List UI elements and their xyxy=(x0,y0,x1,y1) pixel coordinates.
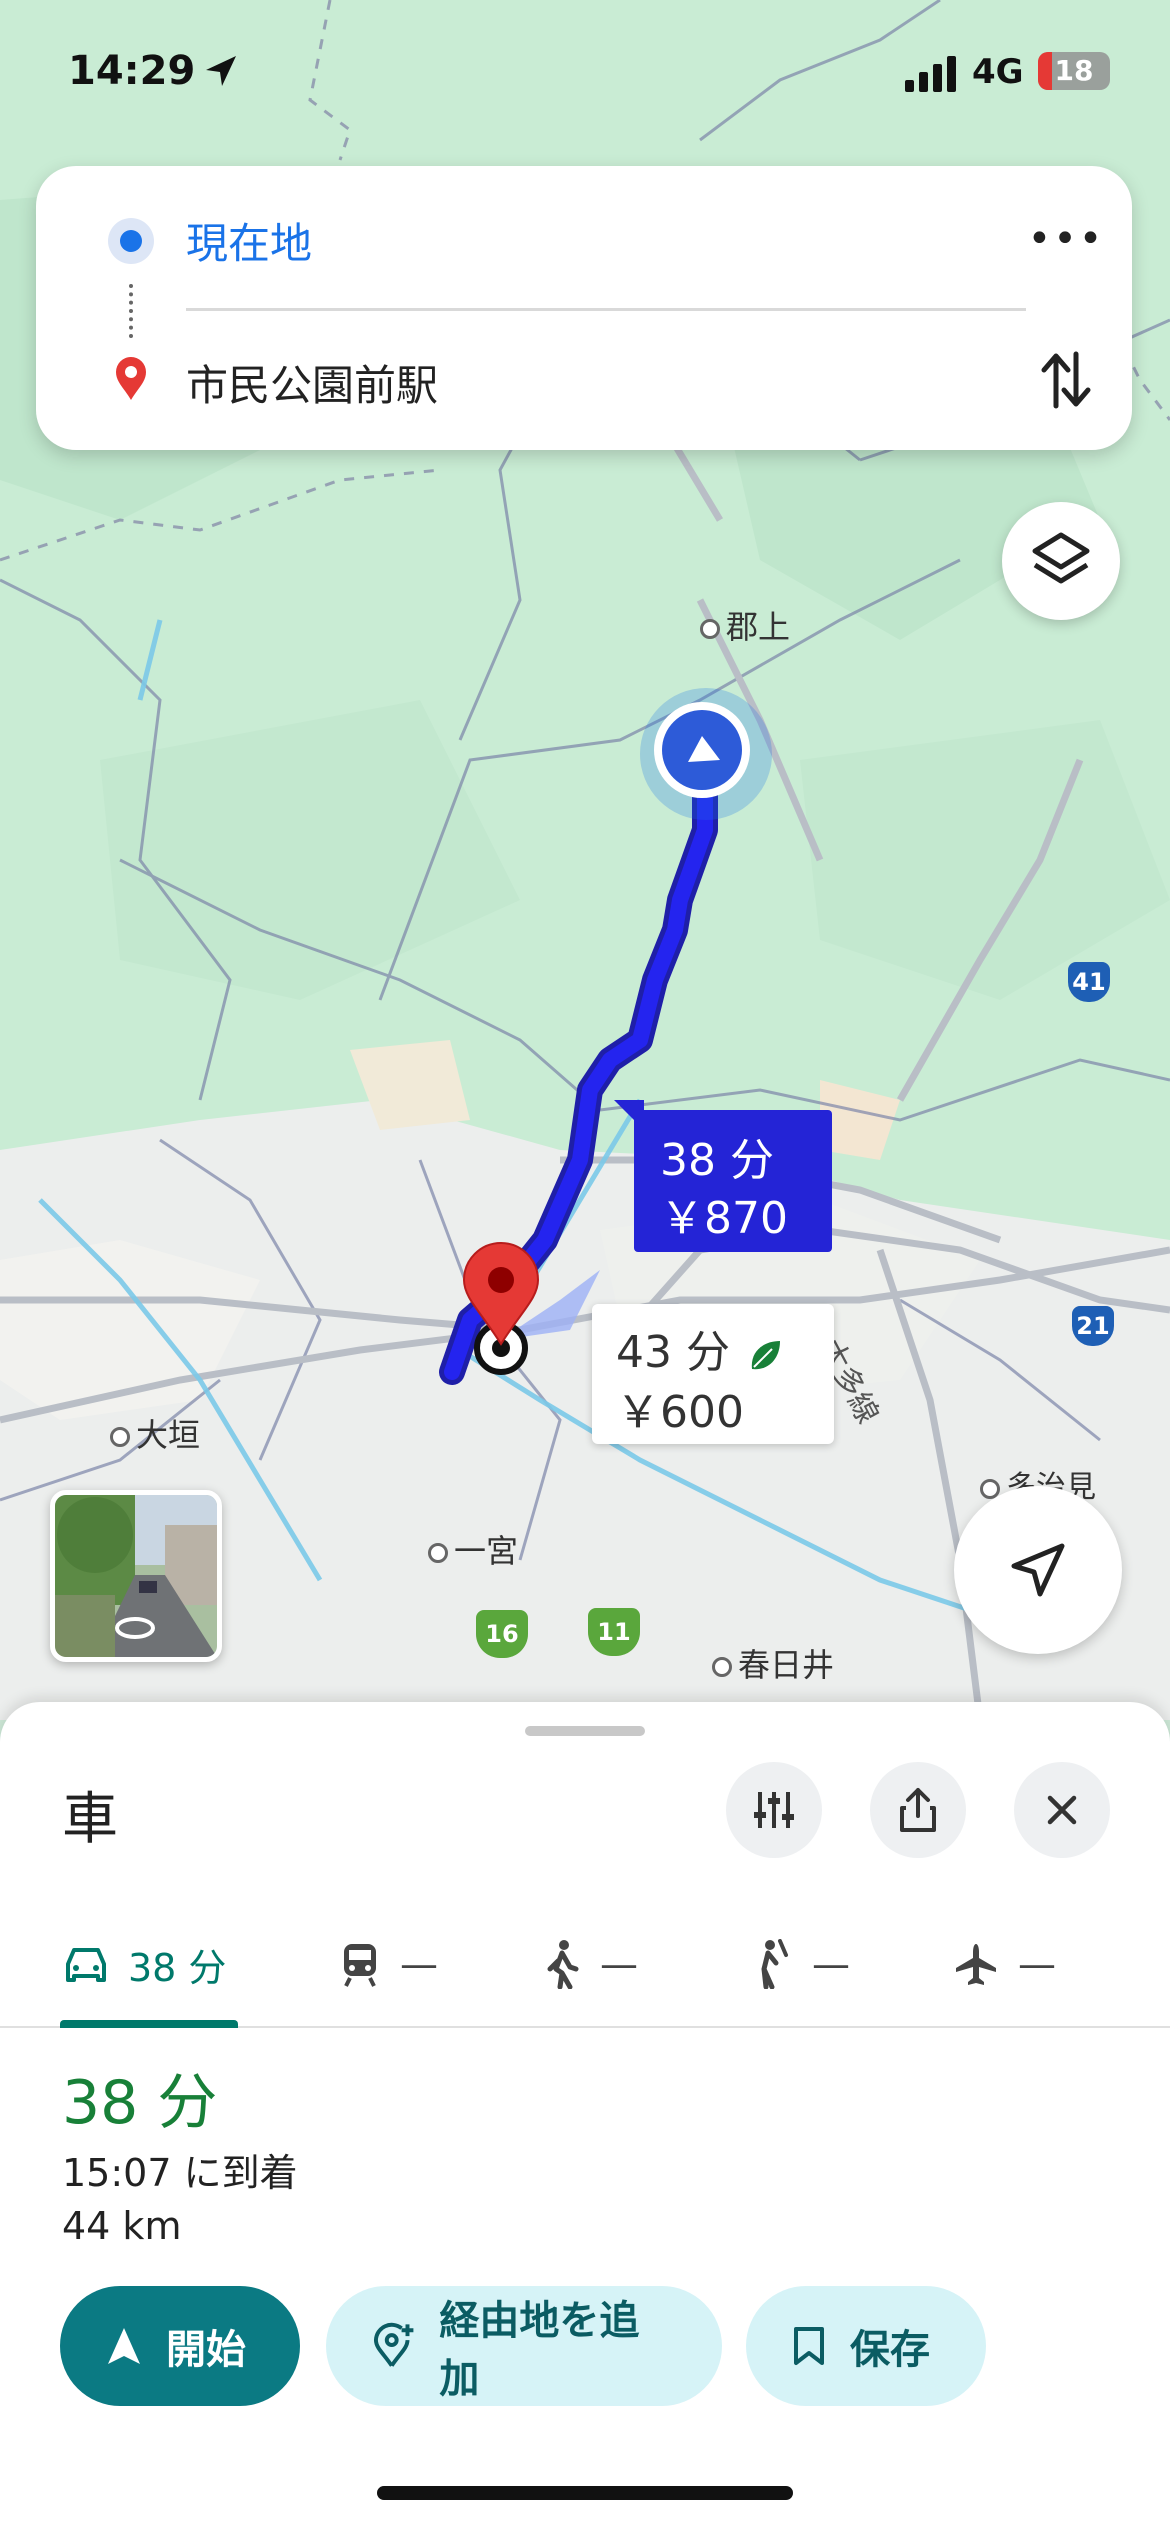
street-view-thumbnail[interactable] xyxy=(50,1490,222,1662)
route-11-badge: 11 xyxy=(588,1608,640,1656)
close-button[interactable] xyxy=(1014,1762,1110,1858)
save-button[interactable]: 保存 xyxy=(746,2286,986,2406)
primary-route-bubble[interactable]: 38 分 ￥870 xyxy=(634,1110,832,1252)
cellular-signal-icon xyxy=(905,56,956,92)
place-label-ichinomiya: 一宮 xyxy=(428,1526,518,1572)
tab-walk[interactable]: — xyxy=(542,1902,638,2026)
route-search-card: 現在地 市民公園前駅 ••• xyxy=(36,166,1132,450)
destination-pin-icon xyxy=(116,357,146,400)
alternate-route-bubble[interactable]: 43 分 ￥600 xyxy=(592,1304,834,1444)
route-options-button[interactable] xyxy=(726,1762,822,1858)
origin-field[interactable]: 現在地 xyxy=(186,210,312,271)
field-divider xyxy=(186,308,1026,311)
layers-icon xyxy=(1032,532,1090,584)
location-services-icon xyxy=(206,56,236,86)
status-bar: 14:29 4G 18 xyxy=(0,0,1170,150)
sheet-drag-handle[interactable] xyxy=(525,1726,645,1736)
place-label-kasugai: 春日井 xyxy=(712,1640,834,1686)
heading-arrow-icon xyxy=(688,736,720,762)
share-button[interactable] xyxy=(870,1762,966,1858)
travel-mode-tabs: 38 分 — — — — xyxy=(0,1902,1170,2028)
bookmark-icon xyxy=(794,2327,824,2365)
more-options-button[interactable]: ••• xyxy=(1026,216,1106,266)
travel-mode-title: 車 xyxy=(62,1787,118,1852)
layers-button[interactable] xyxy=(1002,502,1120,620)
train-icon xyxy=(344,1944,376,1987)
active-tab-indicator xyxy=(60,2020,238,2028)
tab-transit[interactable]: — xyxy=(338,1902,438,2026)
my-location-button[interactable] xyxy=(954,1486,1122,1654)
directions-sheet: 車 38 分 — — — — 38 分 15:07 に到着 44 km 開始 経… xyxy=(0,1702,1170,2532)
tab-ride[interactable]: — xyxy=(750,1902,850,2026)
share-icon xyxy=(900,1788,936,1832)
home-indicator[interactable] xyxy=(377,2486,793,2500)
start-button[interactable]: 開始 xyxy=(60,2286,300,2406)
swap-route-icon[interactable] xyxy=(1036,344,1096,416)
close-icon xyxy=(1047,1795,1077,1825)
ride-hail-icon xyxy=(761,1939,788,1989)
route-21-badge: 21 xyxy=(1072,1306,1114,1346)
current-location-marker[interactable] xyxy=(640,688,772,820)
car-icon xyxy=(66,1948,106,1982)
route-41-badge: 41 xyxy=(1068,962,1110,1002)
place-label-gujo: 郡上 xyxy=(700,602,790,648)
destination-field[interactable]: 市民公園前駅 xyxy=(186,352,438,413)
arrival-time: 15:07 に到着 xyxy=(62,2151,298,2195)
navigation-start-icon xyxy=(108,2328,140,2364)
tab-flight[interactable]: — xyxy=(952,1902,1056,2026)
navigation-arrow-icon xyxy=(1011,1543,1065,1597)
battery-icon: 18 xyxy=(1038,52,1110,90)
add-location-icon xyxy=(373,2322,414,2367)
origin-dot-icon xyxy=(108,218,154,264)
add-stop-button[interactable]: 経由地を追加 xyxy=(326,2286,722,2406)
route-connector xyxy=(129,284,137,338)
tab-car[interactable]: 38 分 xyxy=(62,1902,226,2026)
route-distance: 44 km xyxy=(62,2204,182,2248)
destination-pin[interactable] xyxy=(456,1240,546,1380)
network-type: 4G xyxy=(972,52,1024,92)
eco-leaf-icon xyxy=(751,1341,780,1370)
route-duration: 38 分 xyxy=(62,2068,218,2138)
route-16-badge: 16 xyxy=(476,1610,528,1658)
airplane-icon xyxy=(956,1944,996,1985)
clock: 14:29 xyxy=(68,48,196,94)
tune-icon xyxy=(754,1792,794,1828)
walking-icon xyxy=(547,1940,579,1989)
place-label-ogaki: 大垣 xyxy=(110,1410,200,1456)
rotate-360-icon xyxy=(115,1617,155,1639)
